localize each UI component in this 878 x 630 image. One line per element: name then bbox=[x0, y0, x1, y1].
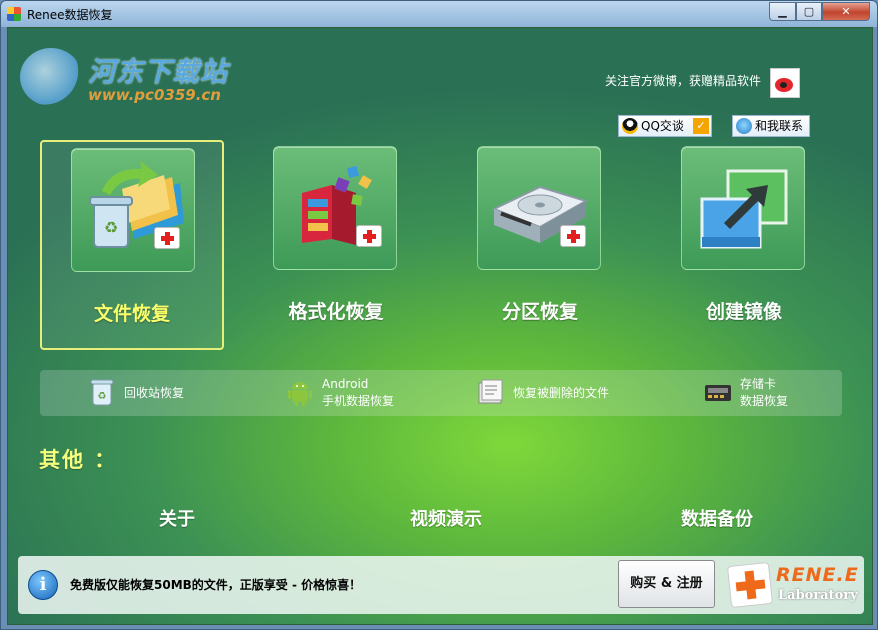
title-bar[interactable]: Renee数据恢复 ▁ ▢ ✕ bbox=[1, 1, 877, 27]
defrag-blocks-icon bbox=[273, 146, 397, 270]
app-icon bbox=[7, 7, 21, 21]
quick-deleted-file-recovery[interactable]: 恢复被删除的文件 bbox=[477, 370, 637, 416]
svg-text:♻: ♻ bbox=[104, 218, 118, 237]
maximize-icon: ▢ bbox=[803, 5, 815, 18]
quick-memory-card-label-1: 存储卡 bbox=[740, 377, 777, 391]
quick-deleted-file-label: 恢复被删除的文件 bbox=[513, 386, 610, 400]
window-title: Renee数据恢复 bbox=[27, 8, 113, 22]
medkit-icon bbox=[356, 225, 382, 247]
follow-weibo-text[interactable]: 关注官方微博，获赠精品软件 bbox=[605, 72, 761, 89]
deleted-file-icon bbox=[478, 379, 503, 404]
quick-recycle-bin-label: 回收站恢复 bbox=[124, 386, 185, 400]
close-icon: ✕ bbox=[841, 5, 851, 18]
mode-file-recovery[interactable]: ♻ 文件恢复 bbox=[40, 140, 224, 350]
about-link[interactable]: 关于 bbox=[159, 505, 195, 531]
contact-me-label: 和我联系 bbox=[755, 119, 804, 133]
video-demo-link[interactable]: 视频演示 bbox=[410, 505, 482, 531]
app-window: Renee数据恢复 ▁ ▢ ✕ 河东下载站 www.pc0359.cn 关注官方… bbox=[0, 0, 878, 630]
quick-android-recovery[interactable]: Android 手机数据恢复 bbox=[286, 370, 426, 416]
trial-limit-message: 免费版仅能恢复50MB的文件，正版享受 - 价格惊喜！ bbox=[70, 578, 362, 592]
watermark-url: www.pc0359.cn bbox=[88, 86, 221, 104]
maximize-button[interactable]: ▢ bbox=[796, 2, 822, 21]
qq-chat-label: QQ交谈 bbox=[641, 119, 684, 133]
contact-icon bbox=[736, 118, 752, 134]
mode-create-image-label: 创建镜像 bbox=[705, 301, 782, 323]
mode-partition-recovery-label: 分区恢复 bbox=[501, 301, 578, 323]
hard-drive-icon bbox=[477, 146, 601, 270]
renee-brand-sub: Laboratory bbox=[778, 588, 858, 603]
disk-image-icon bbox=[681, 146, 805, 270]
medkit-icon bbox=[154, 227, 180, 249]
buy-register-button[interactable]: 购买 & 注册 bbox=[618, 560, 715, 608]
main-panel: 河东下载站 www.pc0359.cn 关注官方微博，获赠精品软件 QQ交谈 ✓… bbox=[7, 27, 873, 625]
mode-format-recovery[interactable]: 格式化恢复 bbox=[244, 140, 428, 350]
watermark-site-name: 河东下载站 bbox=[88, 57, 228, 88]
svg-text:♻: ♻ bbox=[98, 391, 107, 402]
info-icon: i bbox=[28, 570, 58, 600]
watermark-logo bbox=[20, 48, 82, 106]
mode-format-recovery-label: 格式化恢复 bbox=[288, 301, 384, 323]
quick-recovery-bar: ♻ 回收站恢复 Android 手机数据恢复 恢复被删除的文件 存储卡 数据恢复 bbox=[40, 370, 842, 416]
quick-android-label-1: Android bbox=[322, 377, 369, 391]
weibo-icon[interactable] bbox=[770, 68, 800, 98]
recycle-bin-folder-icon: ♻ bbox=[71, 148, 195, 272]
quick-recycle-bin-recovery[interactable]: ♻ 回收站恢复 bbox=[88, 370, 208, 416]
mode-partition-recovery[interactable]: 分区恢复 bbox=[448, 140, 632, 350]
minimize-icon: ▁ bbox=[778, 5, 787, 18]
mode-file-recovery-label: 文件恢复 bbox=[93, 303, 170, 325]
quick-memory-card-label-2: 数据恢复 bbox=[740, 394, 789, 408]
qq-penguin-icon bbox=[622, 118, 638, 134]
recycle-bin-icon: ♻ bbox=[90, 379, 114, 406]
renee-brand-name: RENE.E bbox=[776, 564, 859, 586]
mode-create-image[interactable]: 创建镜像 bbox=[652, 140, 836, 350]
close-button[interactable]: ✕ bbox=[822, 2, 870, 21]
footer-bar: i 免费版仅能恢复50MB的文件，正版享受 - 价格惊喜！ 购买 & 注册 RE… bbox=[18, 556, 864, 614]
qq-chat-button[interactable]: QQ交谈 ✓ bbox=[618, 115, 712, 137]
memory-card-icon bbox=[705, 385, 731, 401]
data-backup-link[interactable]: 数据备份 bbox=[681, 505, 753, 531]
minimize-button[interactable]: ▁ bbox=[769, 2, 796, 21]
quick-android-label-2: 手机数据恢复 bbox=[322, 394, 395, 408]
checkmark-icon: ✓ bbox=[693, 118, 709, 134]
medkit-icon bbox=[560, 225, 586, 247]
contact-me-button[interactable]: 和我联系 bbox=[732, 115, 810, 137]
renee-logo-icon bbox=[726, 561, 774, 609]
quick-memory-card-recovery[interactable]: 存储卡 数据恢复 bbox=[704, 370, 824, 416]
other-heading: 其他 ： bbox=[39, 448, 118, 472]
android-icon bbox=[288, 382, 312, 406]
